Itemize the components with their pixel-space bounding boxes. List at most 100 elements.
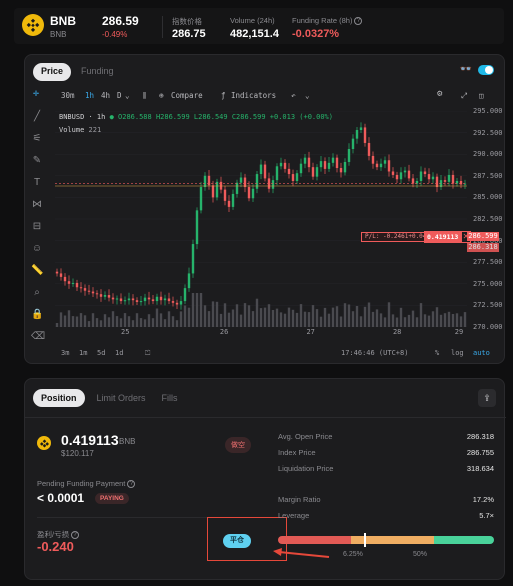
- candle: [159, 296, 163, 301]
- text-icon[interactable]: T: [31, 177, 43, 189]
- price-change: -0.49%: [102, 30, 128, 39]
- volume-bar: [211, 301, 215, 327]
- volume-label: Volume (24h): [230, 16, 275, 25]
- volume-bar: [323, 307, 327, 327]
- candle: [63, 276, 67, 282]
- volume-bar: [127, 316, 131, 327]
- candle: [227, 200, 231, 207]
- volume-bar: [299, 304, 303, 327]
- candle: [99, 294, 103, 297]
- chart-toggle[interactable]: [478, 65, 494, 75]
- range-1d[interactable]: 1d: [115, 349, 123, 357]
- candle: [343, 161, 347, 173]
- candle: [283, 162, 287, 169]
- indicators-icon[interactable]: ƒ: [221, 91, 226, 100]
- volume-bar: [251, 311, 255, 327]
- help-icon[interactable]: ?: [71, 531, 80, 540]
- margin-marker: [364, 533, 367, 547]
- annotation-arrow-icon: [273, 548, 330, 558]
- volume-bar: [375, 309, 379, 327]
- lock-icon[interactable]: 🔒: [31, 309, 43, 321]
- volume-bar: [423, 314, 427, 327]
- interval-4h[interactable]: 4h: [101, 91, 110, 100]
- emoji-icon[interactable]: ☺: [31, 243, 43, 255]
- camera-icon[interactable]: ◫: [479, 91, 484, 100]
- interval-30m[interactable]: 30m: [61, 91, 75, 100]
- eraser-icon[interactable]: ⌫: [31, 331, 45, 343]
- volume-bar: [207, 311, 211, 327]
- time-axis[interactable]: 25 26 27 28 29: [55, 328, 467, 340]
- candlestick-chart[interactable]: [55, 111, 467, 327]
- fullscreen-icon[interactable]: ⤢: [461, 91, 467, 101]
- price-axis[interactable]: 295.000 292.500 290.000 287.500 285.000 282.5…: [469, 107, 503, 331]
- share-icon[interactable]: ⇪: [478, 389, 496, 407]
- interval-1h[interactable]: 1h: [85, 91, 94, 100]
- indicators-button[interactable]: Indicators: [231, 91, 276, 100]
- candle: [67, 281, 71, 284]
- order-qty-tag[interactable]: 0.419113: [424, 231, 462, 243]
- date-range-icon[interactable]: ⏍: [145, 349, 150, 358]
- tab-price[interactable]: Price: [33, 63, 72, 81]
- candle: [459, 180, 463, 185]
- margin-ratio-value: 17.2%: [472, 495, 494, 504]
- tab-limit-orders[interactable]: Limit Orders: [93, 389, 150, 407]
- candle: [315, 167, 319, 177]
- auto-toggle[interactable]: auto: [473, 349, 490, 357]
- index-price-value: 286.75: [172, 28, 206, 40]
- candle-type-icon[interactable]: ⫼: [143, 91, 146, 101]
- candle: [147, 297, 151, 300]
- tab-fills[interactable]: Fills: [158, 389, 182, 407]
- range-5d[interactable]: 5d: [97, 349, 105, 357]
- percent-toggle[interactable]: %: [435, 349, 439, 357]
- compare-icon[interactable]: ⊕: [159, 91, 164, 100]
- glasses-icon[interactable]: 👓: [460, 64, 472, 75]
- funding-label: Pending Funding Payment?: [37, 479, 136, 489]
- volume-bar: [435, 307, 439, 327]
- interval-d[interactable]: D: [117, 91, 122, 100]
- range-3m[interactable]: 3m: [61, 349, 69, 357]
- volume-bar: [347, 304, 351, 327]
- candle: [379, 163, 383, 168]
- volume-value: 482,151.4: [230, 28, 279, 40]
- zoom-icon[interactable]: ⌕: [31, 287, 43, 299]
- undo-icon[interactable]: ↶: [291, 91, 296, 100]
- help-icon[interactable]: ?: [127, 480, 136, 489]
- volume-bar: [99, 320, 103, 327]
- ruler-icon[interactable]: 📏: [31, 265, 43, 277]
- volume-bar: [403, 317, 407, 327]
- candle: [411, 178, 415, 184]
- close-position-button[interactable]: 平仓: [223, 534, 251, 548]
- fib-icon[interactable]: ⚟: [31, 133, 43, 145]
- x-tick-label: 26: [219, 328, 229, 336]
- pattern-icon[interactable]: ⋈: [31, 199, 43, 211]
- last-price: 286.59: [102, 14, 139, 28]
- measure-icon[interactable]: ⊟: [31, 221, 43, 233]
- volume-bar: [219, 313, 223, 327]
- tab-position[interactable]: Position: [33, 389, 85, 407]
- x-tick-label: 25: [121, 328, 130, 336]
- candle: [103, 295, 107, 297]
- candle: [323, 161, 327, 169]
- candle: [351, 138, 355, 150]
- tick-low: 6.25%: [343, 551, 363, 558]
- crosshair-icon[interactable]: ✛: [33, 88, 39, 99]
- entry-price-tag: 286.318: [467, 243, 499, 252]
- candle: [131, 298, 135, 301]
- volume-bar: [95, 318, 99, 327]
- chevron-down-icon[interactable]: ⌄: [125, 91, 130, 100]
- range-1m[interactable]: 1m: [79, 349, 87, 357]
- settings-icon[interactable]: ⚙: [437, 89, 442, 99]
- trendline-icon[interactable]: ╱: [31, 111, 43, 123]
- x-tick-label: 28: [392, 328, 402, 336]
- symbol[interactable]: BNB: [50, 14, 76, 28]
- compare-button[interactable]: Compare: [171, 91, 203, 100]
- volume-bar: [83, 315, 87, 327]
- log-toggle[interactable]: log: [451, 349, 464, 357]
- volume-bar: [71, 316, 75, 327]
- chevron-down-icon[interactable]: ⌄: [305, 91, 310, 100]
- brush-icon[interactable]: ✎: [31, 155, 43, 167]
- tab-funding[interactable]: Funding: [77, 63, 118, 81]
- candle: [223, 189, 227, 201]
- help-icon[interactable]: ?: [354, 17, 363, 26]
- y-tick-label: 275.000: [473, 279, 503, 288]
